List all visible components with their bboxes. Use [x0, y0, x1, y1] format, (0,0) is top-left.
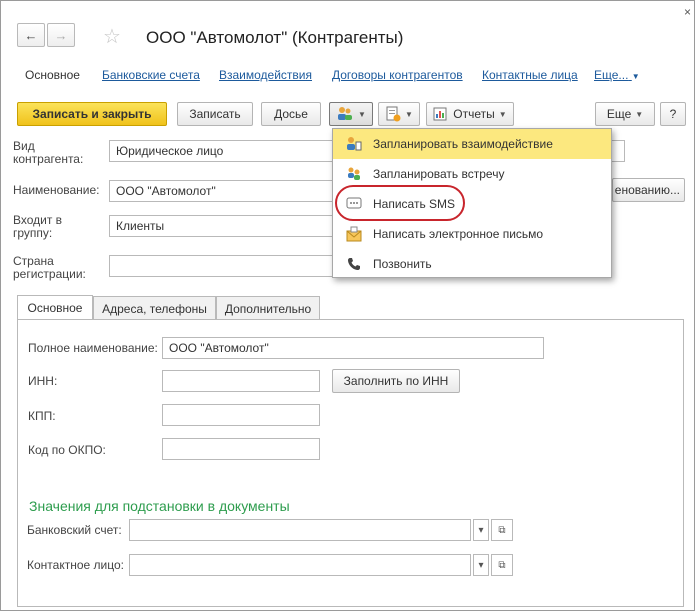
email-icon — [345, 226, 363, 242]
bank-account-open-button[interactable]: ⧉ — [491, 519, 513, 541]
contact-label: Контактное лицо: — [27, 558, 124, 572]
menu-item-label: Запланировать взаимодействие — [373, 137, 553, 151]
group-field[interactable]: Клиенты — [109, 215, 333, 237]
nav-contacts[interactable]: Контактные лица — [482, 68, 578, 82]
contact-dropdown[interactable]: ▾ — [473, 554, 489, 576]
interaction-icon — [345, 136, 363, 152]
tab-additional[interactable]: Дополнительно — [216, 296, 320, 320]
caret-down-icon: ▾ — [478, 559, 484, 571]
bank-account-label: Банковский счет: — [27, 523, 122, 537]
name-label: Наименование: — [13, 183, 100, 197]
tab-main[interactable]: Основное — [17, 295, 93, 320]
nav-interactions[interactable]: Взаимодействия — [219, 68, 312, 82]
bank-account-field[interactable] — [129, 519, 471, 541]
dossier-button[interactable]: Досье — [261, 102, 321, 126]
people-icon — [338, 107, 353, 120]
open-icon: ⧉ — [498, 524, 506, 536]
more-label: Еще — [606, 107, 632, 121]
kpp-label: КПП: — [28, 409, 56, 423]
reports-label: Отчеты — [453, 107, 495, 121]
name-field[interactable]: ООО "Автомолот" — [109, 180, 333, 202]
kpp-field[interactable] — [162, 404, 320, 426]
report-icon — [433, 107, 447, 121]
favorite-star-icon[interactable]: ☆ — [103, 24, 121, 49]
caret-down-icon: ▼ — [631, 72, 640, 81]
copy-name-button[interactable]: енованию... — [612, 178, 685, 202]
save-and-close-button[interactable]: Записать и закрыть — [17, 102, 167, 126]
kind-label: Вид контрагента: — [13, 139, 84, 166]
kind-field[interactable]: Юридическое лицо — [109, 140, 333, 162]
caret-down-icon: ▾ — [478, 524, 484, 536]
create-based-on-button[interactable]: ▼ — [378, 102, 420, 126]
nav-main[interactable]: Основное — [25, 68, 80, 82]
nav-bank-accounts[interactable]: Банковские счета — [102, 68, 200, 82]
country-field[interactable] — [109, 255, 333, 277]
group-label: Входит в группу: — [13, 213, 63, 240]
annotation-circle — [335, 185, 465, 221]
reports-button[interactable]: Отчеты ▼ — [426, 102, 514, 126]
arrow-right-icon: → — [54, 27, 68, 43]
menu-item-label: Запланировать встречу — [373, 167, 505, 181]
caret-down-icon: ▼ — [498, 109, 507, 119]
arrow-left-icon: ← — [24, 27, 38, 43]
okpo-field[interactable] — [162, 438, 320, 460]
menu-item-label: Позвонить — [373, 257, 432, 271]
more-button[interactable]: Еще ▼ — [595, 102, 655, 126]
nav-contracts[interactable]: Договоры контрагентов — [332, 68, 463, 82]
full-name-label: Полное наименование: — [28, 341, 158, 355]
nav-more-label: Еще... — [594, 68, 629, 82]
nav-more[interactable]: Еще... ▼ — [594, 68, 640, 82]
okpo-label: Код по ОКПО: — [28, 443, 106, 457]
section-title: Значения для подстановки в документы — [29, 498, 290, 514]
interactions-menu-button[interactable]: ▼ — [329, 102, 373, 126]
save-button[interactable]: Записать — [177, 102, 253, 126]
full-name-field[interactable]: ООО "Автомолот" — [162, 337, 544, 359]
window-title: ООО "Автомолот" (Контрагенты) — [146, 28, 404, 47]
contact-open-button[interactable]: ⧉ — [491, 554, 513, 576]
help-button[interactable]: ? — [660, 102, 686, 126]
caret-down-icon: ▼ — [358, 109, 366, 119]
inn-label: ИНН: — [28, 374, 58, 388]
document-create-icon — [386, 106, 401, 122]
menu-item-label: Написать электронное письмо — [373, 227, 544, 241]
back-button[interactable]: ← — [17, 23, 45, 47]
menu-item-plan-interaction[interactable]: Запланировать взаимодействие — [333, 129, 611, 159]
phone-icon — [345, 257, 363, 271]
forward-button[interactable]: → — [47, 23, 75, 47]
meeting-icon — [345, 166, 363, 182]
inn-field[interactable] — [162, 370, 320, 392]
form-window: ← → ☆ ООО "Автомолот" (Контрагенты) × Ос… — [0, 0, 695, 611]
fill-by-inn-button[interactable]: Заполнить по ИНН — [332, 369, 460, 393]
country-label: Страна регистрации: — [13, 254, 86, 281]
contact-field[interactable] — [129, 554, 471, 576]
menu-item-call[interactable]: Позвонить — [333, 249, 611, 279]
close-icon[interactable]: × — [684, 5, 691, 19]
bank-account-dropdown[interactable]: ▾ — [473, 519, 489, 541]
caret-down-icon: ▼ — [405, 109, 413, 119]
tab-addresses-phones[interactable]: Адреса, телефоны — [93, 296, 216, 320]
menu-item-write-email[interactable]: Написать электронное письмо — [333, 219, 611, 249]
open-icon: ⧉ — [498, 559, 506, 571]
caret-down-icon: ▼ — [635, 109, 644, 119]
